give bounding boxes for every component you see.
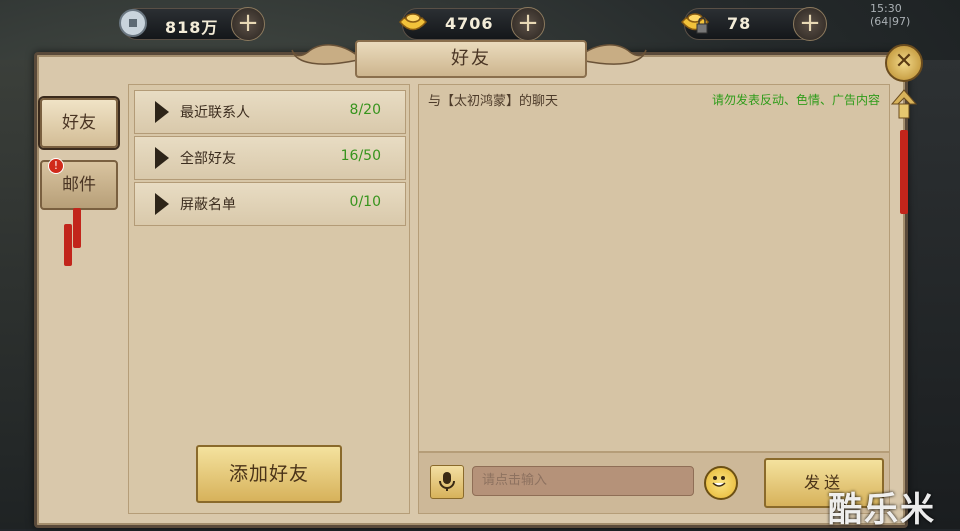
emoji-face-icon	[712, 476, 726, 487]
category-count: 0/10	[349, 194, 381, 210]
gold-add-button[interactable]: +	[511, 7, 545, 41]
title-ornament-right-icon	[579, 44, 647, 65]
tab-friends-label: 好友	[62, 113, 96, 133]
tab-friends[interactable]: 好友	[40, 98, 118, 148]
close-button[interactable]: ✕	[885, 44, 923, 82]
expand-arrow-icon	[155, 193, 169, 215]
expand-arrow-icon	[155, 101, 169, 123]
copper-value: 818万	[165, 18, 219, 37]
microphone-icon	[439, 472, 455, 491]
tab-mail[interactable]: ! 邮件	[40, 158, 118, 210]
copper-coin-icon	[119, 9, 147, 37]
tassel-left-1	[73, 208, 81, 248]
tassel-right	[900, 130, 908, 214]
add-friend-button[interactable]: 添加好友	[196, 445, 342, 503]
category-all-friends[interactable]: 全部好友 16/50	[134, 136, 406, 180]
category-label: 屏蔽名单	[180, 197, 236, 213]
add-friend-label: 添加好友	[228, 463, 309, 485]
locked-gold-ingot-icon	[680, 13, 710, 34]
chat-input[interactable]: 请点击输入	[472, 466, 694, 496]
emoji-button[interactable]	[704, 466, 738, 500]
game-hud-left	[0, 60, 34, 529]
chat-title: 与【太初鸿蒙】的聊天	[428, 94, 559, 109]
game-hud-right	[900, 60, 960, 529]
category-block-list[interactable]: 屏蔽名单 0/10	[134, 182, 406, 226]
tassel-left-2	[64, 224, 72, 266]
panel-title-plate: 好友	[355, 40, 587, 78]
gold-value: 4706	[445, 14, 494, 33]
close-icon: ✕	[894, 49, 914, 74]
currency-copper: 818万 +	[119, 7, 265, 41]
category-recent-contacts[interactable]: 最近联系人 8/20	[134, 90, 406, 134]
voice-button[interactable]	[430, 465, 464, 499]
locked-gold-value: 78	[727, 14, 752, 33]
status-clock: 15:30 (64|97)	[870, 2, 910, 28]
category-count: 16/50	[340, 148, 381, 164]
currency-gold: 4706 +	[398, 7, 545, 41]
locked-gold-add-button[interactable]: +	[793, 7, 827, 41]
category-label: 全部好友	[180, 151, 236, 167]
clock-ping: (64|97)	[870, 15, 911, 28]
chat-warning: 请勿发表反动、色情、广告内容	[711, 93, 880, 107]
expand-arrow-icon	[155, 147, 169, 169]
title-ornament-left-icon	[291, 44, 359, 65]
watermark: 酷乐米	[828, 490, 936, 530]
mail-alert-badge: !	[48, 158, 64, 174]
tab-mail-label: 邮件	[62, 175, 96, 195]
category-label: 最近联系人	[180, 105, 250, 121]
currency-locked-gold: 78 +	[680, 7, 827, 41]
copper-add-button[interactable]: +	[231, 7, 265, 41]
gold-ingot-icon	[398, 13, 428, 31]
category-count: 8/20	[349, 102, 381, 118]
panel-title: 好友	[451, 48, 491, 69]
chat-area	[418, 84, 890, 452]
lantern-ornament-icon	[890, 89, 918, 119]
clock-time: 15:30	[870, 2, 902, 15]
